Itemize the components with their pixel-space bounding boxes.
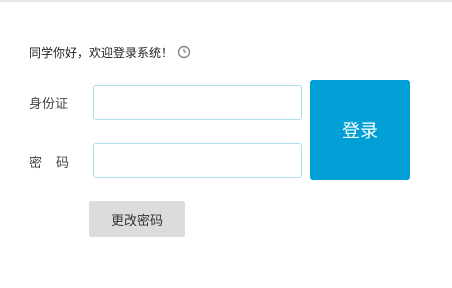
welcome-message: 同学你好，欢迎登录系统！ xyxy=(29,44,191,60)
login-page: 同学你好，欢迎登录系统！ 身份证 密码 登录 更改密码 xyxy=(0,0,452,288)
welcome-text: 同学你好，欢迎登录系统！ xyxy=(29,45,174,60)
id-card-label: 身份证 xyxy=(29,97,69,112)
login-button[interactable]: 登录 xyxy=(310,80,410,180)
password-input[interactable] xyxy=(93,143,302,178)
clock-icon xyxy=(177,45,191,59)
password-label: 密码 xyxy=(29,156,84,171)
id-card-input[interactable] xyxy=(93,85,302,120)
top-divider xyxy=(0,0,452,2)
change-password-button[interactable]: 更改密码 xyxy=(89,201,185,237)
